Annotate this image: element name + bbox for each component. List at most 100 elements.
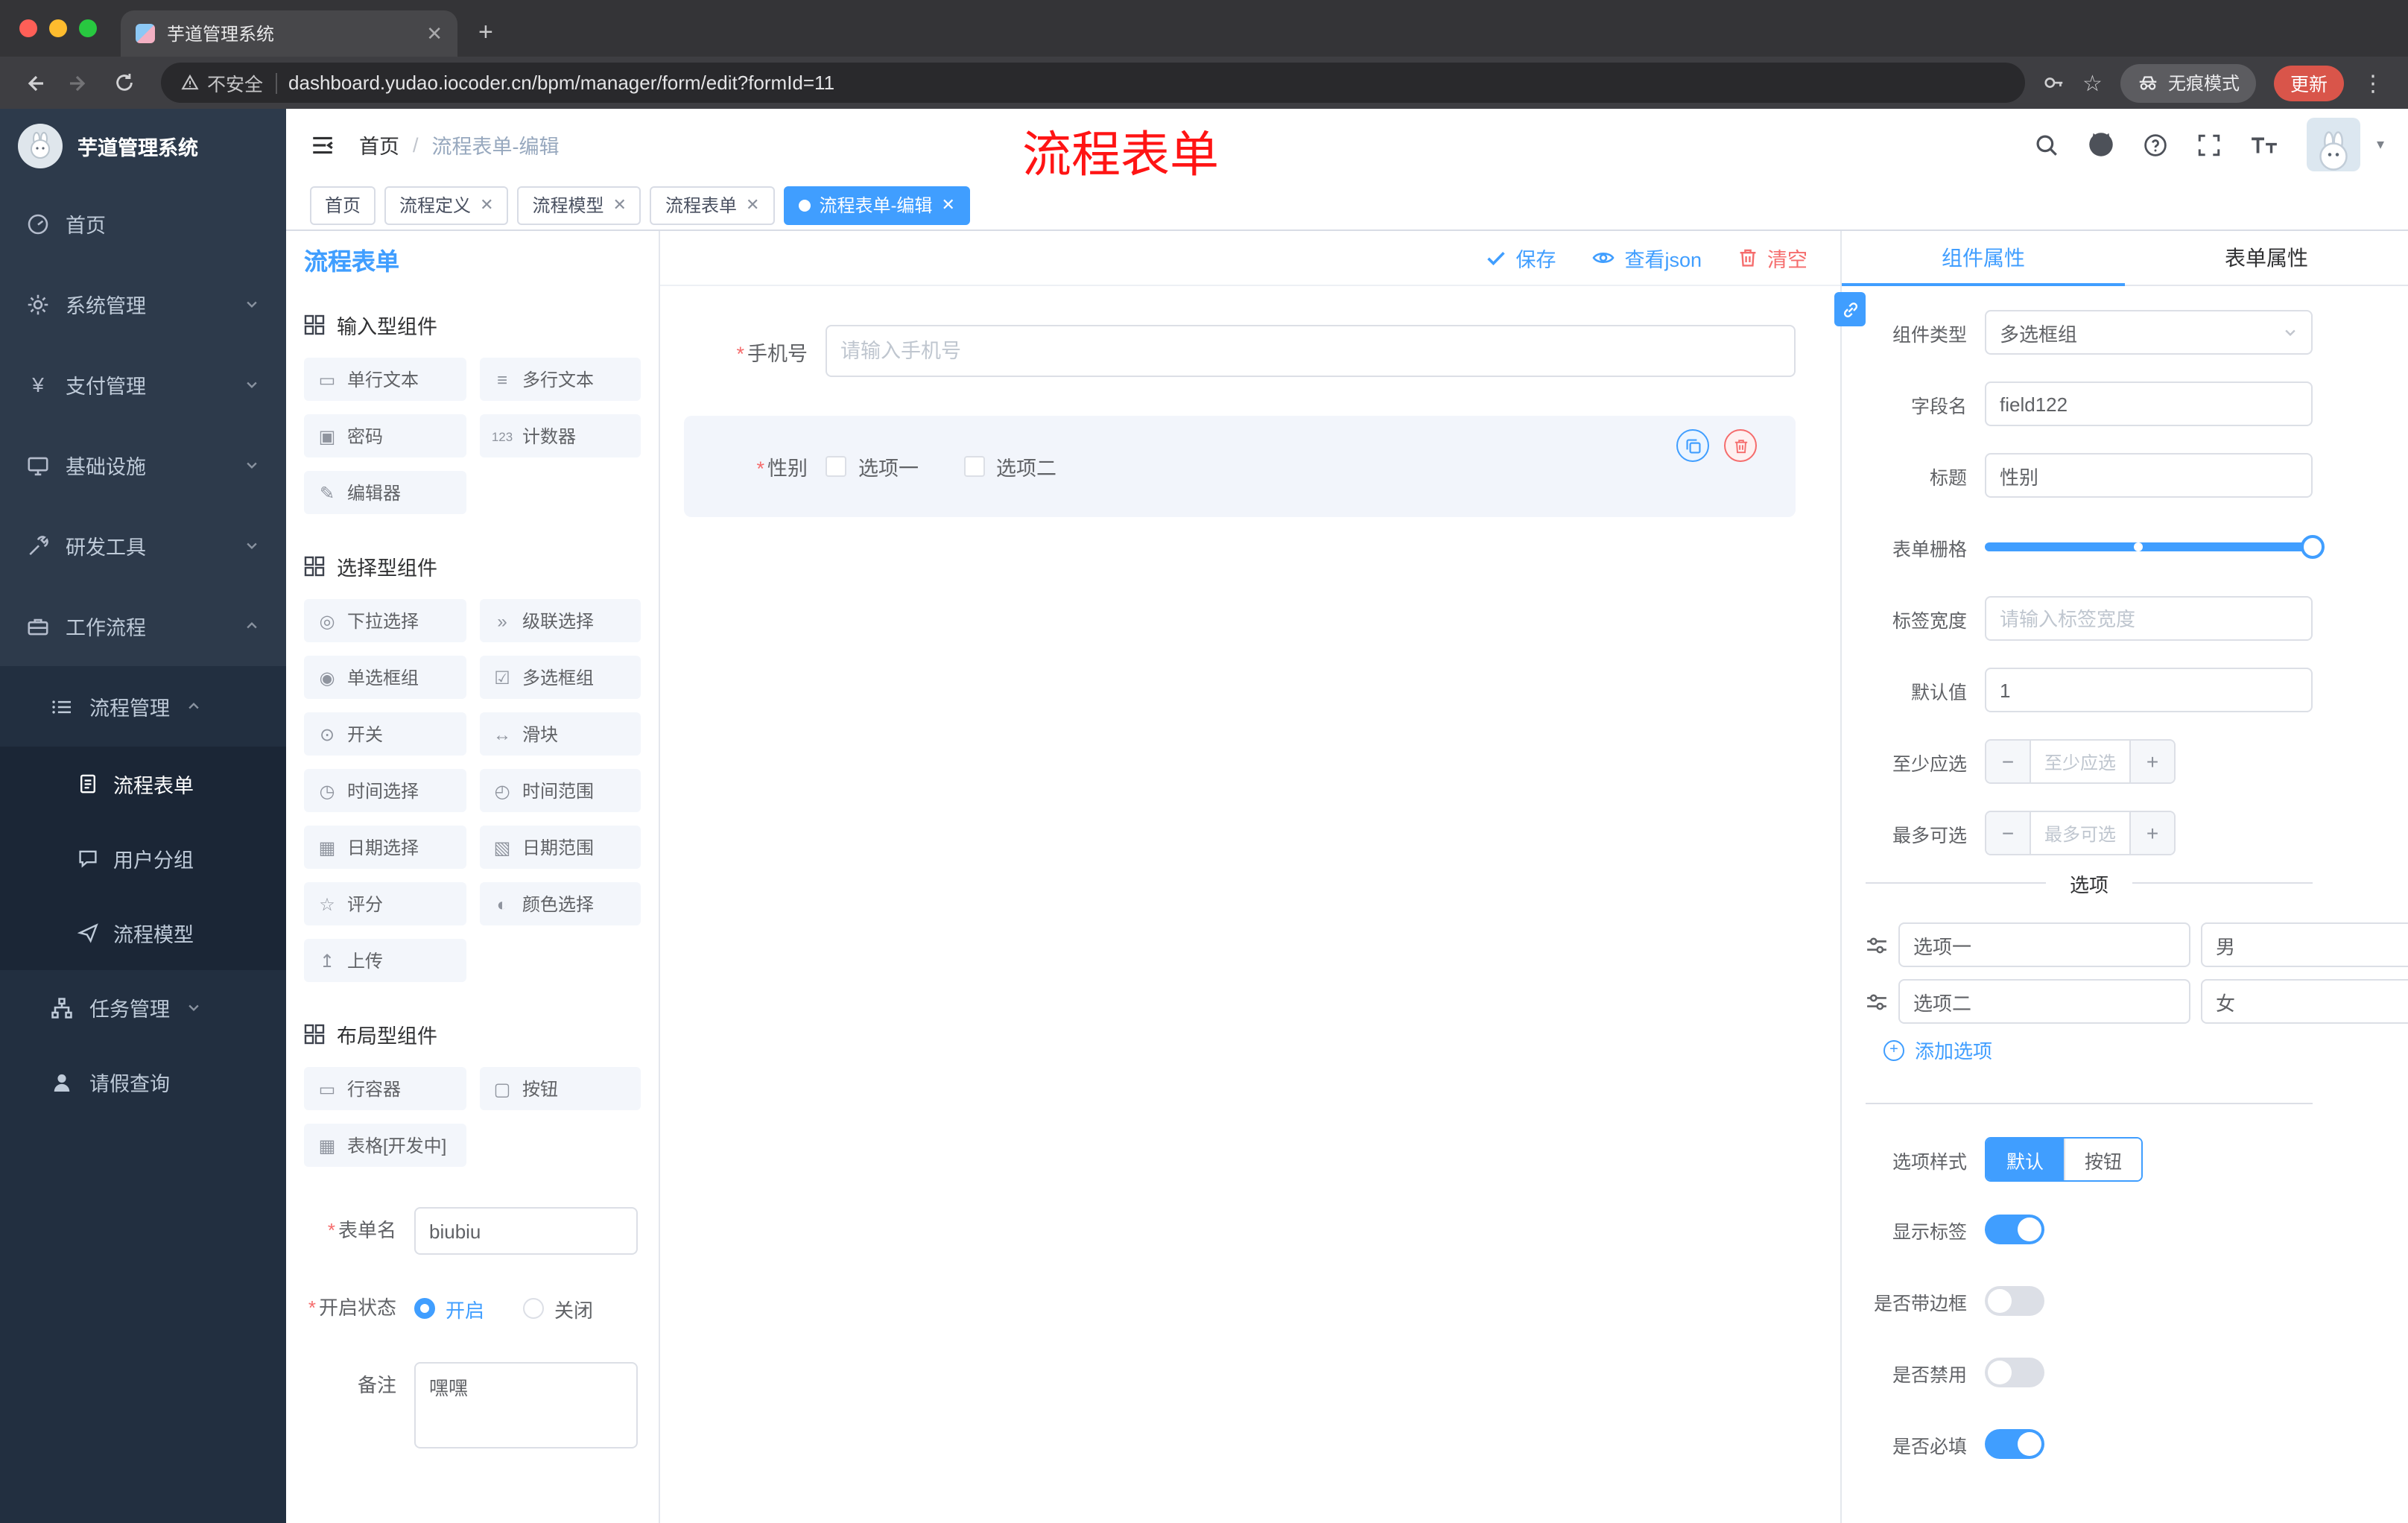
avatar-caret-icon[interactable]: ▾: [2377, 136, 2384, 153]
clear-button[interactable]: 清空: [1737, 243, 1807, 273]
remark-textarea[interactable]: 嘿嘿: [414, 1362, 638, 1448]
gender-option-2-checkbox[interactable]: 选项二: [963, 452, 1056, 481]
palette-item-cascader[interactable]: » 级联选择: [479, 599, 641, 642]
palette-item-radio-group[interactable]: ◉ 单选框组: [304, 656, 466, 699]
update-browser-button[interactable]: 更新: [2273, 65, 2344, 101]
sidebar-item-process-model[interactable]: 流程模型: [0, 896, 286, 970]
minus-button[interactable]: −: [1986, 812, 2030, 854]
sidebar-item-home[interactable]: 首页: [0, 183, 286, 264]
palette-item-row-container[interactable]: ▭ 行容器: [304, 1067, 466, 1110]
slider-handle[interactable]: [2301, 535, 2325, 559]
font-size-icon[interactable]: [2250, 132, 2278, 157]
search-icon[interactable]: [2034, 132, 2059, 157]
max-select-value[interactable]: 最多可选: [2030, 812, 2131, 854]
reload-icon[interactable]: [104, 63, 143, 102]
plus-button[interactable]: +: [2131, 741, 2174, 782]
palette-item-switch[interactable]: ⊙ 开关: [304, 712, 466, 756]
add-option-button[interactable]: + 添加选项: [1883, 1036, 2313, 1064]
required-toggle[interactable]: [1985, 1429, 2044, 1459]
drag-handle-icon[interactable]: [1866, 990, 1888, 1013]
palette-item-select[interactable]: ◎ 下拉选择: [304, 599, 466, 642]
sidebar-item-devtools[interactable]: 研发工具: [0, 505, 286, 586]
phone-input[interactable]: [826, 325, 1796, 377]
disabled-toggle[interactable]: [1985, 1358, 2044, 1387]
plus-button[interactable]: +: [2131, 812, 2174, 854]
close-icon[interactable]: ✕: [746, 195, 759, 215]
palette-item-slider[interactable]: ↔ 滑块: [479, 712, 641, 756]
palette-item-upload[interactable]: ↥ 上传: [304, 939, 466, 982]
label-width-input[interactable]: [1985, 596, 2313, 641]
title-input[interactable]: [1985, 453, 2313, 498]
field-name-input[interactable]: [1985, 381, 2313, 426]
duplicate-component-button[interactable]: [1676, 429, 1709, 462]
min-select-value[interactable]: 至少应选: [2030, 741, 2131, 782]
gender-option-1-checkbox[interactable]: 选项一: [826, 452, 919, 481]
option-value-input[interactable]: [2201, 922, 2408, 967]
help-icon[interactable]: [2143, 132, 2168, 157]
sidebar-item-payment[interactable]: ¥ 支付管理: [0, 344, 286, 425]
palette-item-checkbox-group[interactable]: ☑ 多选框组: [479, 656, 641, 699]
border-toggle[interactable]: [1985, 1286, 2044, 1316]
palette-item-date-picker[interactable]: ▦ 日期选择: [304, 826, 466, 869]
palette-item-editor[interactable]: ✎ 编辑器: [304, 471, 466, 514]
tag-home[interactable]: 首页: [310, 186, 376, 224]
palette-item-button[interactable]: ▢ 按钮: [479, 1067, 641, 1110]
option-name-input[interactable]: [1898, 922, 2190, 967]
option-name-input[interactable]: [1898, 979, 2190, 1024]
show-label-toggle[interactable]: [1985, 1215, 2044, 1244]
minus-button[interactable]: −: [1986, 741, 2030, 782]
component-type-select[interactable]: 多选框组: [1985, 310, 2313, 355]
delete-component-button[interactable]: [1724, 429, 1757, 462]
palette-item-textarea[interactable]: ≡ 多行文本: [479, 358, 641, 401]
palette-item-time-range[interactable]: ◴ 时间范围: [479, 769, 641, 812]
form-name-input[interactable]: [414, 1207, 638, 1255]
drag-handle-icon[interactable]: [1866, 934, 1888, 956]
tag-process-definition[interactable]: 流程定义 ✕: [384, 186, 509, 224]
bookmark-star-icon[interactable]: ☆: [2082, 69, 2103, 96]
sidebar-item-process-management[interactable]: 流程管理: [0, 666, 286, 747]
status-off-radio[interactable]: 关闭: [523, 1294, 593, 1323]
palette-item-password[interactable]: ▣ 密码: [304, 414, 466, 457]
default-value-input[interactable]: [1985, 668, 2313, 712]
palette-item-time-picker[interactable]: ◷ 时间选择: [304, 769, 466, 812]
close-icon[interactable]: ✕: [941, 195, 954, 215]
key-icon[interactable]: [2042, 72, 2065, 94]
style-default-button[interactable]: 默认: [1986, 1139, 2064, 1180]
collapse-sidebar-icon[interactable]: [310, 132, 335, 157]
tab-component-props[interactable]: 组件属性: [1842, 231, 2125, 286]
sidebar-item-infrastructure[interactable]: 基础设施: [0, 425, 286, 505]
sidebar-item-leave-query[interactable]: 请假查询: [0, 1045, 286, 1119]
security-warning[interactable]: 不安全: [180, 69, 263, 97]
browser-menu-icon[interactable]: ⋮: [2362, 69, 2384, 96]
close-window-button[interactable]: [19, 19, 37, 37]
sidebar-item-user-group[interactable]: 用户分组: [0, 821, 286, 896]
breadcrumb-home[interactable]: 首页: [359, 130, 399, 159]
style-button-button[interactable]: 按钮: [2064, 1139, 2141, 1180]
close-icon[interactable]: ✕: [480, 195, 493, 215]
tag-process-form[interactable]: 流程表单 ✕: [650, 186, 775, 224]
tab-close-icon[interactable]: ✕: [426, 22, 443, 45]
palette-item-date-range[interactable]: ▧ 日期范围: [479, 826, 641, 869]
palette-item-single-text[interactable]: ▭ 单行文本: [304, 358, 466, 401]
view-json-button[interactable]: 查看json: [1591, 243, 1702, 273]
palette-item-rate[interactable]: ☆ 评分: [304, 882, 466, 925]
tab-form-props[interactable]: 表单属性: [2125, 231, 2408, 285]
palette-item-color-picker[interactable]: ◐ 颜色选择: [479, 882, 641, 925]
back-icon[interactable]: [15, 63, 54, 102]
sidebar-item-task-management[interactable]: 任务管理: [0, 970, 286, 1045]
fullscreen-icon[interactable]: [2196, 132, 2222, 157]
browser-tab[interactable]: 芋道管理系统 ✕: [121, 10, 457, 57]
link-badge[interactable]: [1834, 292, 1866, 326]
new-tab-button[interactable]: +: [457, 18, 493, 57]
github-icon[interactable]: [2088, 131, 2114, 158]
minimize-window-button[interactable]: [49, 19, 67, 37]
tag-process-model[interactable]: 流程模型 ✕: [517, 186, 641, 224]
user-avatar[interactable]: [2306, 118, 2360, 171]
status-on-radio[interactable]: 开启: [414, 1294, 484, 1323]
tag-process-form-edit[interactable]: 流程表单-编辑 ✕: [783, 186, 970, 224]
option-value-input[interactable]: [2201, 979, 2408, 1024]
save-button[interactable]: 保存: [1486, 243, 1556, 273]
sidebar-item-process-form[interactable]: 流程表单: [0, 747, 286, 821]
sidebar-item-system[interactable]: 系统管理: [0, 264, 286, 344]
palette-item-counter[interactable]: 123 计数器: [479, 414, 641, 457]
